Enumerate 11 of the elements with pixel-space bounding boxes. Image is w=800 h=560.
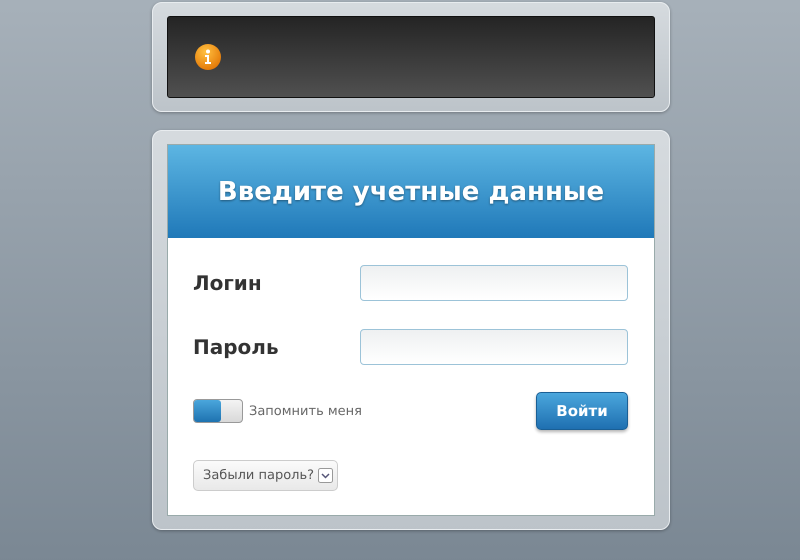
field-label: Логин xyxy=(193,271,262,295)
remember-label: Запомнить меня xyxy=(249,404,362,418)
input-field[interactable] xyxy=(360,329,628,365)
forgot-password-button[interactable]: Забыли пароль? xyxy=(193,460,338,491)
login-title: Введите учетные данные xyxy=(218,176,604,206)
field-label: Пароль xyxy=(193,335,279,359)
login-button[interactable]: Войти xyxy=(536,392,628,430)
input-field[interactable] xyxy=(360,265,628,301)
info-icon xyxy=(194,43,222,71)
remember-toggle[interactable] xyxy=(193,399,243,423)
caret-icon xyxy=(318,468,334,483)
